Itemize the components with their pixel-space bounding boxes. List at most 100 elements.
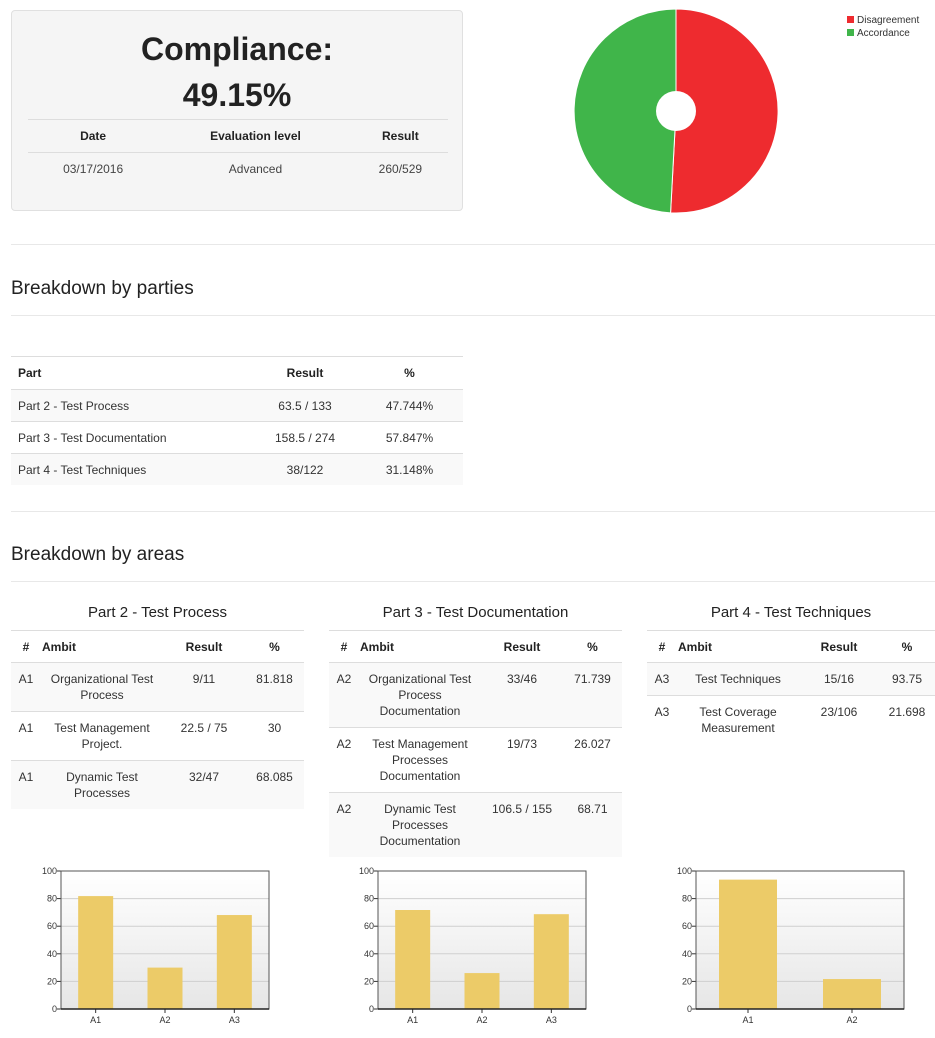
area-percent: 93.75 bbox=[879, 662, 935, 696]
y-tick-label: 20 bbox=[364, 976, 374, 986]
part3-area-title: Part 3 - Test Documentation bbox=[382, 604, 569, 621]
part2-area-title: Part 2 - Test Process bbox=[88, 604, 227, 621]
part4-area-title: Part 4 - Test Techniques bbox=[710, 604, 872, 621]
header-number: # bbox=[11, 630, 41, 663]
bar-a3[interactable] bbox=[216, 915, 252, 1009]
y-tick-label: 40 bbox=[682, 949, 692, 959]
y-tick-label: 100 bbox=[42, 866, 57, 876]
header-percent: % bbox=[563, 630, 622, 663]
table-row: A3 Test Coverage Measurement 23/106 21.6… bbox=[647, 696, 935, 745]
part3-areas-table: # Ambit Result % A2 Organizational Test … bbox=[329, 630, 622, 857]
bar-a2[interactable] bbox=[147, 967, 183, 1009]
area-ambit: Dynamic Test Processes Documentation bbox=[359, 792, 481, 857]
part-percent: 47.744% bbox=[356, 389, 463, 422]
area-ambit: Test Coverage Measurement bbox=[699, 705, 777, 735]
table-row: Part 4 - Test Techniques 38/122 31.148% bbox=[11, 453, 463, 485]
header-result: Result bbox=[254, 356, 356, 390]
area-code: A2 bbox=[329, 792, 359, 857]
area-percent: 81.818 bbox=[245, 662, 304, 712]
evaluation-result: 260/529 bbox=[378, 162, 423, 176]
part-name: Part 2 - Test Process bbox=[11, 389, 254, 422]
y-tick-label: 0 bbox=[687, 1004, 692, 1014]
area-code: A1 bbox=[11, 760, 41, 809]
evaluation-level: Advanced bbox=[228, 162, 283, 176]
y-tick-label: 60 bbox=[682, 921, 692, 931]
part2-bar-chart: 0 20 40 60 80 100 A1 A2 A3 bbox=[42, 866, 270, 1025]
bar-a1[interactable] bbox=[78, 896, 114, 1009]
area-code: A1 bbox=[11, 711, 41, 761]
table-row: A2 Test Management Processes Documentati… bbox=[329, 727, 622, 793]
pie-chart-svg bbox=[573, 8, 779, 214]
header-result: Result bbox=[799, 630, 879, 663]
y-tick-label: 80 bbox=[682, 894, 692, 904]
divider bbox=[11, 244, 935, 245]
y-tick-label: 80 bbox=[47, 894, 57, 904]
y-tick-label: 60 bbox=[364, 921, 374, 931]
header-ambit: Ambit bbox=[677, 630, 799, 663]
area-result: 32/47 bbox=[163, 760, 245, 809]
area-ambit: Organizational Test Process Documentatio… bbox=[359, 662, 481, 728]
pie-legend: Disagreement Accordance bbox=[846, 14, 919, 40]
bar-a2[interactable] bbox=[464, 973, 500, 1009]
y-tick-label: 100 bbox=[677, 866, 692, 876]
area-code: A1 bbox=[11, 662, 41, 712]
area-code: A3 bbox=[654, 705, 670, 719]
area-ambit: Test Management Processes Documentation bbox=[359, 727, 481, 793]
compliance-label: Compliance: bbox=[140, 31, 334, 67]
x-tick-label: A1 bbox=[407, 1015, 418, 1025]
part-result: 158.5 / 274 bbox=[254, 421, 356, 454]
part-percent: 31.148% bbox=[356, 453, 463, 485]
parties-table: Part Result % Part 2 - Test Process 63.5… bbox=[11, 356, 463, 485]
bar-a1[interactable] bbox=[395, 910, 431, 1009]
table-row: A3 Test Techniques 15/16 93.75 bbox=[647, 662, 935, 696]
x-tick-label: A2 bbox=[476, 1015, 487, 1025]
parties-section-title: Breakdown by parties bbox=[11, 278, 194, 299]
table-row: Part 2 - Test Process 63.5 / 133 47.744% bbox=[11, 389, 463, 422]
part-name: Part 4 - Test Techniques bbox=[11, 453, 254, 485]
areas-section-title: Breakdown by areas bbox=[11, 544, 185, 565]
legend-swatch-accordance bbox=[846, 28, 855, 37]
header-evaluation-level: Evaluation level bbox=[158, 119, 353, 153]
x-tick-label: A3 bbox=[229, 1015, 240, 1025]
area-percent: 30 bbox=[245, 711, 304, 761]
legend-label: Accordance bbox=[857, 28, 910, 39]
header-percent: % bbox=[356, 356, 463, 390]
header-number: # bbox=[647, 630, 677, 663]
x-tick-label: A2 bbox=[846, 1015, 857, 1025]
divider bbox=[11, 511, 935, 512]
part4-areas-table: # Ambit Result % A3 Test Techniques 15/1… bbox=[647, 630, 935, 744]
header-result: Result bbox=[352, 119, 448, 153]
bar-a1[interactable] bbox=[719, 879, 777, 1010]
y-tick-label: 80 bbox=[364, 894, 374, 904]
header-part: Part bbox=[11, 356, 254, 390]
area-ambit: Test Management Project. bbox=[41, 711, 163, 761]
area-ambit: Test Techniques bbox=[677, 662, 799, 696]
header-ambit: Ambit bbox=[41, 630, 163, 663]
header-result: Result bbox=[163, 630, 245, 663]
bar-a3[interactable] bbox=[533, 914, 569, 1009]
y-tick-label: 20 bbox=[682, 976, 692, 986]
table-row: Part 3 - Test Documentation 158.5 / 274 … bbox=[11, 421, 463, 454]
table-row: A2 Organizational Test Process Documenta… bbox=[329, 662, 622, 728]
table-row: A1 Dynamic Test Processes 32/47 68.085 bbox=[11, 760, 304, 809]
bar-a2[interactable] bbox=[823, 979, 881, 1009]
table-row: 03/17/2016 Advanced 260/529 bbox=[28, 153, 448, 186]
area-percent: 71.739 bbox=[563, 662, 622, 728]
legend-item-disagreement[interactable]: Disagreement bbox=[846, 14, 919, 27]
y-tick-label: 0 bbox=[52, 1004, 57, 1014]
area-code: A2 bbox=[329, 727, 359, 793]
area-code: A3 bbox=[647, 662, 677, 696]
header-result: Result bbox=[481, 630, 563, 663]
compliance-card: Compliance: 49.15% Date Evaluation level… bbox=[11, 10, 463, 211]
area-result: 33/46 bbox=[481, 662, 563, 728]
area-percent: 68.71 bbox=[563, 792, 622, 857]
area-ambit: Organizational Test Process bbox=[41, 662, 163, 712]
area-ambit: Dynamic Test Processes bbox=[41, 760, 163, 809]
part-result: 38/122 bbox=[254, 453, 356, 485]
x-tick-label: A3 bbox=[546, 1015, 557, 1025]
legend-item-accordance[interactable]: Accordance bbox=[846, 27, 919, 40]
area-result: 19/73 bbox=[481, 727, 563, 793]
evaluation-table: Date Evaluation level Result 03/17/2016 … bbox=[28, 119, 448, 185]
area-percent: 26.027 bbox=[563, 727, 622, 793]
divider bbox=[11, 581, 935, 582]
